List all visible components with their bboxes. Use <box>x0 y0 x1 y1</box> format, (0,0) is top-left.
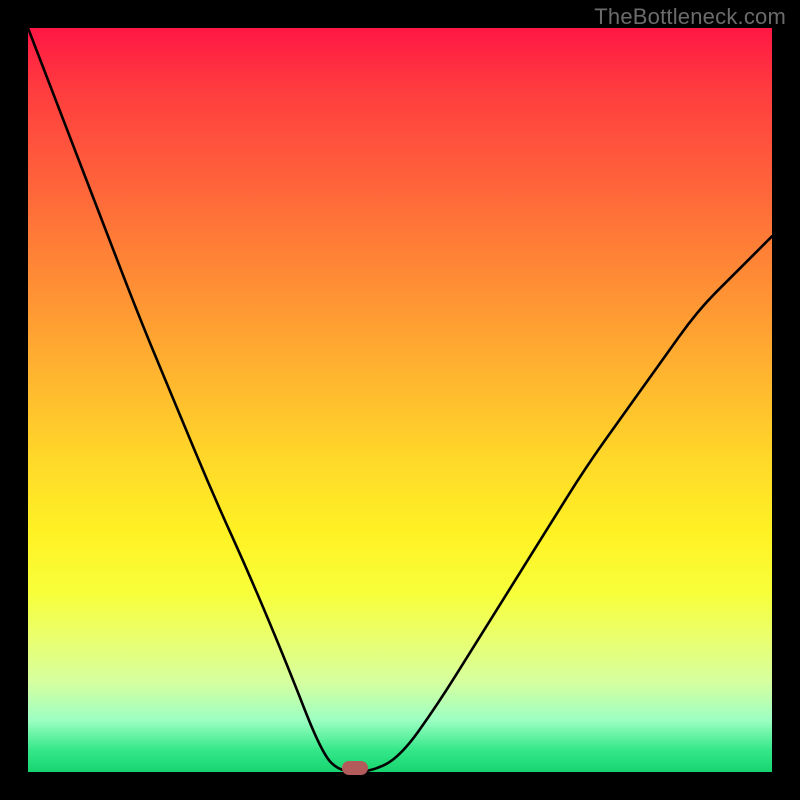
watermark-text: TheBottleneck.com <box>594 4 786 30</box>
plot-area <box>28 28 772 772</box>
optimal-point-marker <box>342 761 368 775</box>
chart-frame: TheBottleneck.com <box>0 0 800 800</box>
bottleneck-curve <box>28 28 772 772</box>
